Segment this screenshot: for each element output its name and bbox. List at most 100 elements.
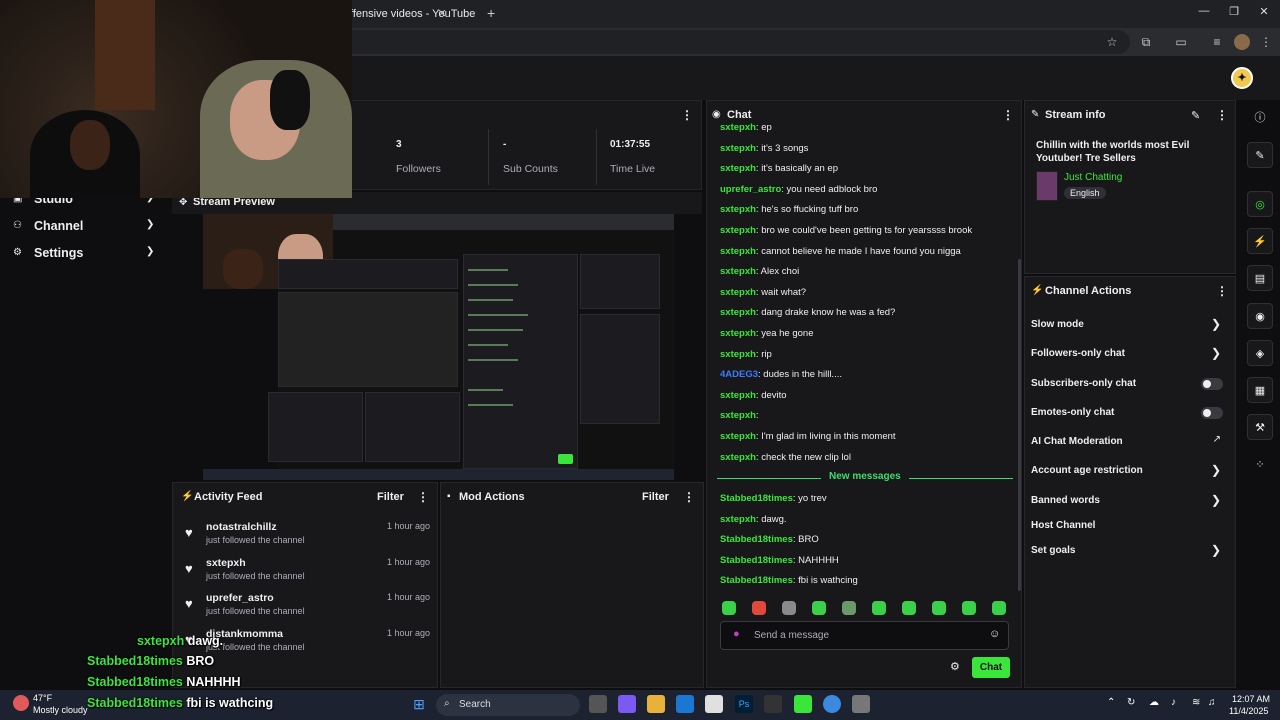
chat-username[interactable]: sxtepxh (720, 390, 756, 401)
sidebar-item-channel[interactable]: ⚇ Channel ❯ (0, 214, 172, 240)
photoshop-icon[interactable]: Ps (735, 695, 753, 713)
bookmark-star-icon[interactable]: ☆ (1104, 34, 1120, 50)
filter-button[interactable]: Filter (642, 491, 669, 503)
chat-username[interactable]: sxtepxh (720, 225, 756, 236)
chrome-icon[interactable] (823, 695, 841, 713)
chat-username[interactable]: 4ADEG3 (720, 369, 758, 380)
action-emotes-only[interactable]: Emotes-only chat (1031, 404, 1225, 424)
clipboard-icon[interactable]: ▤ (1247, 265, 1273, 291)
more-options-icon[interactable]: ⋮ (417, 490, 429, 504)
copilot-icon[interactable] (618, 695, 636, 713)
emote-button[interactable] (932, 601, 946, 615)
emote-button[interactable] (812, 601, 826, 615)
minimize-icon[interactable]: — (1197, 5, 1211, 21)
emote-button[interactable] (872, 601, 886, 615)
volume-icon[interactable]: ♫ (1208, 697, 1216, 708)
media-icon[interactable]: ≡ (1209, 34, 1225, 50)
wrench-icon[interactable]: ⚒ (1247, 414, 1273, 440)
chat-username[interactable]: sxtepxh (720, 122, 756, 133)
more-options-icon[interactable]: ⋮ (1216, 108, 1228, 122)
chat-username[interactable]: sxtepxh (720, 143, 756, 154)
more-options-icon[interactable]: ⋮ (683, 490, 695, 504)
filter-button[interactable]: Filter (377, 491, 404, 503)
store-icon[interactable] (705, 695, 723, 713)
chat-username[interactable]: sxtepxh (720, 246, 756, 257)
action-ai-moderation[interactable]: AI Chat Moderation ↗ (1031, 433, 1225, 453)
microphone-icon[interactable]: ● (733, 628, 740, 640)
chat-username[interactable]: sxtepxh (720, 328, 756, 339)
toggle-switch[interactable] (1201, 407, 1223, 419)
windows-start-icon[interactable]: ⊞ (410, 695, 428, 713)
wifi-icon[interactable]: ≋ (1192, 697, 1200, 708)
category-link[interactable]: Just Chatting (1064, 172, 1122, 183)
chat-username[interactable]: sxtepxh (720, 163, 756, 174)
chat-username[interactable]: sxtepxh (720, 266, 756, 277)
emote-button[interactable] (722, 601, 736, 615)
gear-icon[interactable]: ⚙ (950, 660, 960, 673)
browser-menu-icon[interactable]: ⋮ (1258, 34, 1274, 50)
chat-username[interactable]: sxtepxh (720, 349, 756, 360)
action-set-goals[interactable]: Set goals ❯ (1031, 542, 1225, 562)
extensions-icon[interactable]: ⧉ (1138, 34, 1154, 50)
chat-username[interactable]: Stabbed18times (720, 534, 793, 545)
cast-icon[interactable]: ▭ (1173, 34, 1189, 50)
more-options-icon[interactable]: ⋮ (1216, 284, 1228, 298)
sync-icon[interactable]: ↻ (1127, 697, 1135, 708)
chat-username[interactable]: sxtepxh (720, 514, 756, 525)
chat-username[interactable]: sxtepxh (720, 307, 756, 318)
action-slow-mode[interactable]: Slow mode ❯ (1031, 316, 1225, 336)
new-tab-button[interactable]: + (487, 6, 501, 20)
restore-icon[interactable]: ❐ (1227, 5, 1241, 21)
chat-username[interactable]: Stabbed18times (720, 575, 793, 586)
chat-username[interactable]: sxtepxh (720, 204, 756, 215)
address-bar[interactable] (340, 30, 1130, 54)
broadcast-icon[interactable]: ◈ (1247, 340, 1273, 366)
action-account-age[interactable]: Account age restriction ❯ (1031, 462, 1225, 482)
emote-button[interactable] (752, 601, 766, 615)
chat-username[interactable]: Stabbed18times (720, 493, 793, 504)
sidebar-item-settings[interactable]: ⚙ Settings ❯ (0, 241, 172, 267)
mail-icon[interactable] (676, 695, 694, 713)
more-options-icon[interactable]: ⋮ (681, 108, 693, 122)
cloud-icon[interactable]: ☁ (1149, 697, 1159, 708)
more-options-icon[interactable]: ⋮ (1002, 108, 1014, 122)
edit-icon[interactable]: ✎ (1247, 142, 1273, 168)
obs-icon[interactable] (764, 695, 782, 713)
chat-username[interactable]: sxtepxh (720, 287, 756, 298)
emote-button[interactable] (962, 601, 976, 615)
action-host-channel[interactable]: Host Channel (1031, 517, 1225, 537)
feed-user[interactable]: notastralchillz (206, 521, 277, 533)
category-thumbnail[interactable] (1036, 171, 1058, 201)
emoji-icon[interactable]: ☺ (989, 628, 1000, 640)
group-icon[interactable]: ⁘ (1247, 452, 1273, 478)
emote-button[interactable] (902, 601, 916, 615)
action-banned-words[interactable]: Banned words ❯ (1031, 492, 1225, 512)
profile-avatar[interactable] (1234, 34, 1250, 50)
tab-close-icon[interactable]: ✕ (436, 8, 448, 20)
toggle-switch[interactable] (1201, 378, 1223, 390)
chevron-up-icon[interactable]: ⌃ (1107, 697, 1115, 708)
chat-input[interactable]: ● Send a message ☺ (720, 621, 1009, 650)
chat-username[interactable]: sxtepxh (720, 410, 756, 421)
streaming-app-icon[interactable] (794, 695, 812, 713)
settings-app-icon[interactable] (852, 695, 870, 713)
window-close-icon[interactable]: ✕ (1257, 5, 1271, 21)
feed-user[interactable]: uprefer_astro (206, 592, 274, 604)
task-view-icon[interactable] (589, 695, 607, 713)
tag-badge[interactable]: English (1064, 187, 1106, 199)
emote-button[interactable] (842, 601, 856, 615)
browser-tab[interactable]: ffensive videos - YouTube (340, 2, 480, 28)
layout-icon[interactable]: ▦ (1247, 377, 1273, 403)
chat-bubble-icon[interactable]: ◉ (1247, 303, 1273, 329)
chat-username[interactable]: sxtepxh (720, 452, 756, 463)
stream-preview-video[interactable] (203, 214, 674, 480)
chat-username[interactable]: uprefer_astro (720, 184, 781, 195)
taskbar-search[interactable]: ⌕ Search (436, 694, 580, 716)
file-explorer-icon[interactable] (647, 695, 665, 713)
chat-username[interactable]: Stabbed18times (720, 555, 793, 566)
chat-username[interactable]: sxtepxh (720, 431, 756, 442)
microphone-icon[interactable]: ♪ (1171, 697, 1176, 708)
chat-send-button[interactable]: Chat (972, 657, 1010, 678)
action-followers-only[interactable]: Followers-only chat ❯ (1031, 345, 1225, 365)
feed-user[interactable]: sxtepxh (206, 557, 246, 569)
